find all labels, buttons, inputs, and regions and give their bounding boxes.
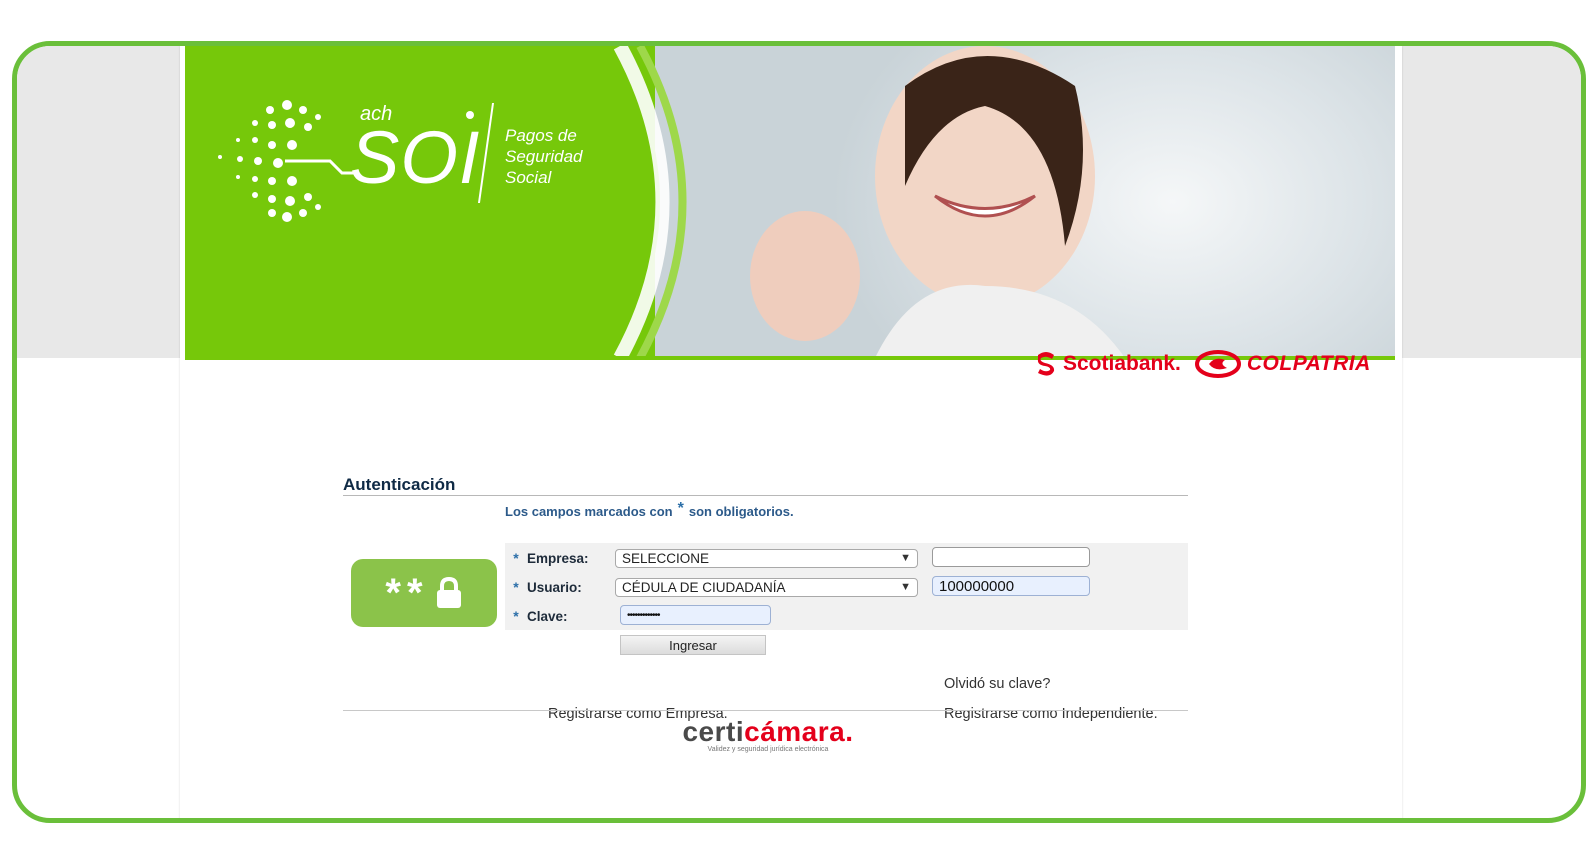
lock-icon	[436, 576, 461, 608]
tagline-line-1: Pagos de	[505, 126, 577, 145]
register-independent-link[interactable]: Registrarse como Independiente.	[944, 706, 1158, 722]
scotiabank-logo: Scotiabank.	[1035, 351, 1181, 377]
clave-row: * Clave:	[505, 603, 615, 629]
empresa-label: Empresa:	[527, 550, 589, 566]
empresa-row: * Empresa: SELECCIONE ▼	[505, 545, 918, 571]
password-input[interactable]: •••••••••••••	[620, 605, 771, 625]
mandatory-suffix: son obligatorios.	[688, 504, 794, 519]
required-marker: *	[513, 608, 519, 624]
tagline-line-2: Seguridad	[505, 147, 583, 166]
empresa-select[interactable]: SELECCIONE ▼	[615, 548, 918, 568]
mandatory-note: Los campos marcados con * son obligatorios…	[505, 500, 794, 521]
certicamara-suffix: cámara.	[744, 716, 854, 747]
certicamara-logo: certicámara. Validez y seguridad jurídic…	[678, 716, 858, 753]
partner-logos: Scotiabank. COLPATRIA	[1035, 350, 1371, 378]
document-type-value: CÉDULA DE CIUDADANÍA	[622, 579, 786, 595]
auth-title: Autenticación	[343, 475, 456, 494]
password-asterisks: **	[385, 570, 429, 615]
password-badge: **	[351, 559, 497, 627]
tagline-line-3: Social	[505, 168, 552, 187]
chevron-down-icon: ▼	[900, 552, 911, 564]
colpatria-label: COLPATRIA	[1246, 352, 1371, 375]
clave-label: Clave:	[527, 608, 568, 624]
login-button[interactable]: Ingresar	[620, 635, 766, 655]
colpatria-logo: COLPATRIA	[1194, 350, 1371, 378]
forgot-password-link[interactable]: Olvidó su clave?	[944, 676, 1050, 692]
left-side-band	[17, 46, 185, 358]
chevron-down-icon: ▼	[900, 581, 911, 593]
document-type-select[interactable]: CÉDULA DE CIUDADANÍA ▼	[615, 577, 918, 597]
required-marker: *	[513, 579, 519, 595]
empresa-id-input[interactable]	[932, 547, 1090, 567]
usuario-input[interactable]: 100000000	[932, 576, 1090, 596]
scotiabank-label: Scotiabank.	[1063, 352, 1181, 375]
usuario-label: Usuario:	[527, 579, 582, 595]
certicamara-wordmark: certicámara.	[678, 716, 858, 748]
footer-rule	[343, 710, 1188, 711]
mandatory-prefix: Los campos marcados con	[505, 504, 673, 519]
right-side-band	[1391, 46, 1581, 358]
empresa-select-value: SELECCIONE	[622, 550, 710, 566]
certicamara-prefix: certi	[682, 716, 745, 747]
soi-label: SOI	[350, 116, 481, 199]
login-form-panel: * Empresa: SELECCIONE ▼ * Usuario: CÉDUL…	[505, 543, 1188, 630]
usuario-row: * Usuario: CÉDULA DE CIUDADANÍA ▼	[505, 574, 918, 600]
required-marker: *	[513, 550, 519, 566]
colpatria-swirl-icon	[1194, 350, 1241, 378]
scotiabank-s-icon	[1037, 352, 1055, 376]
mandatory-asterisk: *	[677, 500, 684, 517]
auth-title-rule	[343, 495, 1188, 496]
soi-logo: ach SOI Pagos de Seguridad Social	[200, 95, 620, 225]
logo-tagline: Pagos de Seguridad Social	[505, 125, 583, 188]
